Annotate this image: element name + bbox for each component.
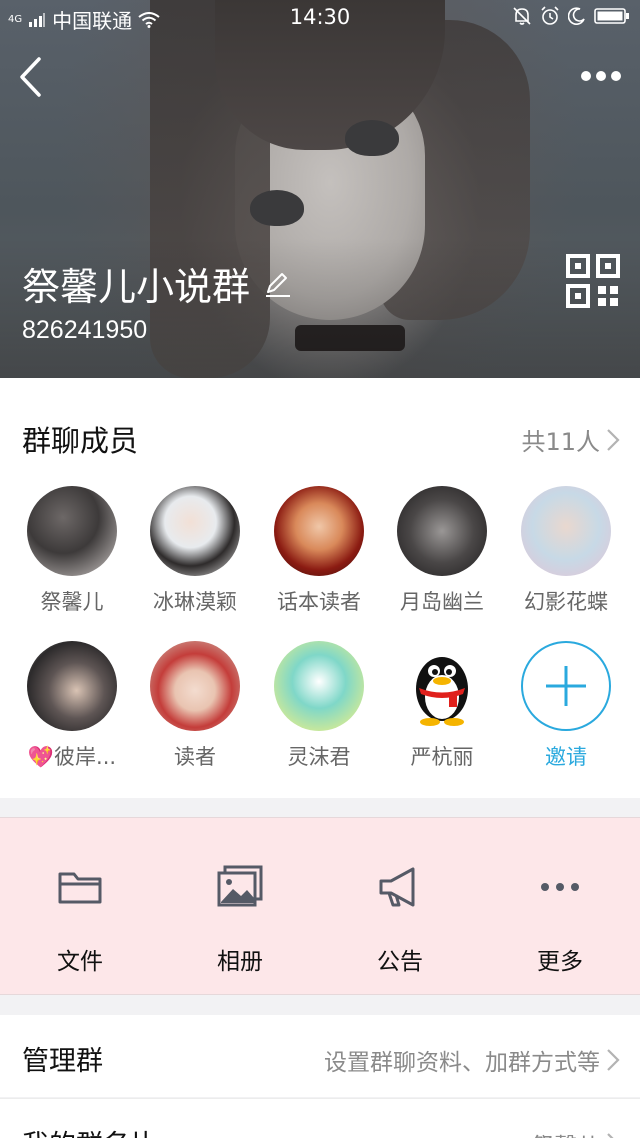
invite-member-button[interactable]: 邀请 bbox=[504, 641, 628, 771]
member-item[interactable]: 冰琳漠颖 bbox=[133, 486, 257, 616]
alarm-icon bbox=[541, 6, 559, 25]
back-button[interactable] bbox=[8, 50, 52, 104]
chevron-right-icon bbox=[607, 428, 620, 451]
mute-bell-icon bbox=[513, 7, 531, 25]
files-button[interactable]: 文件 bbox=[0, 818, 160, 996]
group-tools-bar: 文件 相册 公告 更多 bbox=[0, 817, 640, 995]
plus-icon bbox=[521, 641, 611, 731]
member-name: 灵沫君 bbox=[287, 745, 351, 769]
member-name: 读者 bbox=[174, 745, 216, 769]
avatar bbox=[150, 641, 240, 731]
group-name-title[interactable]: 祭馨儿小说群 bbox=[22, 256, 292, 311]
megaphone-icon bbox=[379, 867, 415, 907]
member-item[interactable]: 幻影花蝶 bbox=[504, 486, 628, 616]
status-bar: 4G 中国联通 14:30 bbox=[0, 0, 640, 36]
members-title: 群聊成员 bbox=[22, 424, 139, 458]
album-button[interactable]: 相册 bbox=[160, 818, 320, 996]
qq-penguin-avatar bbox=[397, 641, 487, 731]
banner-art bbox=[345, 120, 399, 156]
member-item[interactable]: 灵沫君 bbox=[257, 641, 381, 771]
member-name: 冰琳漠颖 bbox=[153, 590, 237, 614]
group-header-banner: 4G 中国联通 14:30 祭馨儿小说群 826241950 bbox=[0, 0, 640, 378]
moon-icon bbox=[568, 7, 585, 25]
edit-pencil-icon[interactable] bbox=[264, 270, 292, 298]
invite-label: 邀请 bbox=[545, 745, 587, 769]
manage-group-row[interactable]: 管理群 设置群聊资料、加群方式等 bbox=[0, 1015, 640, 1097]
back-arrow-icon bbox=[20, 57, 41, 97]
member-item[interactable]: 月岛幽兰 bbox=[380, 486, 504, 616]
announcement-button[interactable]: 公告 bbox=[320, 818, 480, 996]
member-name: 严杭丽 bbox=[410, 745, 474, 769]
qr-code-button[interactable] bbox=[566, 254, 620, 308]
member-name: 月岛幽兰 bbox=[400, 590, 484, 614]
manage-group-hint: 设置群聊资料、加群方式等 bbox=[324, 1050, 600, 1076]
member-item[interactable]: 祭馨儿 bbox=[10, 486, 134, 616]
files-label: 文件 bbox=[57, 949, 103, 975]
more-dots-icon bbox=[541, 883, 579, 891]
folder-icon bbox=[58, 872, 102, 904]
member-name: 祭馨儿 bbox=[40, 590, 104, 614]
more-tools-button[interactable]: 更多 bbox=[480, 818, 640, 996]
battery-icon bbox=[594, 8, 629, 24]
avatar bbox=[397, 486, 487, 576]
avatar bbox=[27, 641, 117, 731]
member-name: 话本读者 bbox=[277, 590, 361, 614]
member-item[interactable]: 话本读者 bbox=[257, 486, 381, 616]
qr-code-icon bbox=[566, 254, 620, 308]
member-item[interactable]: 严杭丽 bbox=[380, 641, 504, 771]
chevron-right-icon bbox=[607, 1133, 614, 1138]
avatar bbox=[27, 486, 117, 576]
avatar bbox=[521, 486, 611, 576]
group-id-number: 826241950 bbox=[22, 316, 148, 344]
banner-art bbox=[250, 190, 304, 226]
my-group-card-title: 我的群名片 bbox=[22, 1123, 157, 1138]
my-group-card-row[interactable]: 我的群名片 祭馨儿 bbox=[0, 1098, 640, 1138]
member-name: 💖彼岸... bbox=[27, 745, 117, 769]
album-label: 相册 bbox=[217, 949, 263, 975]
announcement-label: 公告 bbox=[377, 949, 423, 975]
more-options-button[interactable] bbox=[576, 58, 626, 94]
group-name-text: 祭馨儿小说群 bbox=[22, 265, 251, 309]
avatar bbox=[150, 486, 240, 576]
my-group-card-value: 祭馨儿 bbox=[531, 1127, 600, 1138]
chevron-right-icon bbox=[607, 1049, 620, 1071]
members-count-link[interactable]: 共11人 bbox=[521, 422, 620, 457]
more-dots-icon bbox=[581, 71, 621, 81]
album-icon bbox=[217, 865, 263, 907]
members-section: 群聊成员 共11人 祭馨儿 冰琳漠颖 话本读者 月岛幽兰 幻影花蝶 💖彼岸...… bbox=[0, 378, 640, 798]
more-tools-label: 更多 bbox=[537, 949, 583, 975]
avatar bbox=[274, 486, 364, 576]
members-count: 共11人 bbox=[521, 428, 600, 456]
avatar bbox=[274, 641, 364, 731]
member-item[interactable]: 💖彼岸... bbox=[10, 641, 134, 771]
penguin-icon bbox=[416, 657, 468, 726]
member-item[interactable]: 读者 bbox=[133, 641, 257, 771]
member-name: 幻影花蝶 bbox=[524, 590, 608, 614]
manage-group-title: 管理群 bbox=[22, 1046, 103, 1077]
